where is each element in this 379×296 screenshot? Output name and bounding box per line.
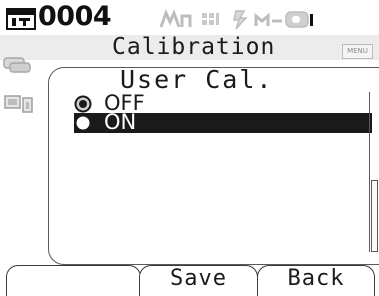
radio-checked-icon (74, 95, 92, 113)
mode-icon (159, 8, 192, 28)
back-button-label: Back (287, 266, 345, 291)
display-settings-icon (4, 95, 33, 113)
save-button-label: Save (170, 266, 227, 291)
target-memory-icon (6, 8, 36, 30)
back-button[interactable]: Back (257, 265, 375, 296)
softkey-left-label (7, 266, 140, 267)
title-bar: Calibration MENU (0, 34, 379, 60)
softkey-left[interactable] (6, 265, 141, 296)
save-button[interactable]: Save (139, 265, 258, 296)
page-title: Calibration (112, 34, 276, 60)
target-number: 0004 (38, 1, 112, 32)
grid-icon (202, 13, 219, 25)
scrollbar-thumb[interactable] (371, 180, 378, 252)
status-icons-group (159, 8, 313, 30)
status-bar: 0004 (0, 0, 379, 35)
option-on-label: ON (104, 110, 137, 134)
menu-key[interactable]: MENU (342, 44, 373, 59)
key-icon (254, 12, 282, 26)
radio-unchecked-icon (74, 114, 92, 132)
storage-icon (3, 57, 31, 73)
device-screen: 0004 Calibration MENU User Cal. OFF ON S… (0, 0, 379, 296)
option-on[interactable]: ON (74, 110, 372, 134)
battery-icon (285, 11, 313, 28)
lightning-icon (233, 10, 248, 30)
